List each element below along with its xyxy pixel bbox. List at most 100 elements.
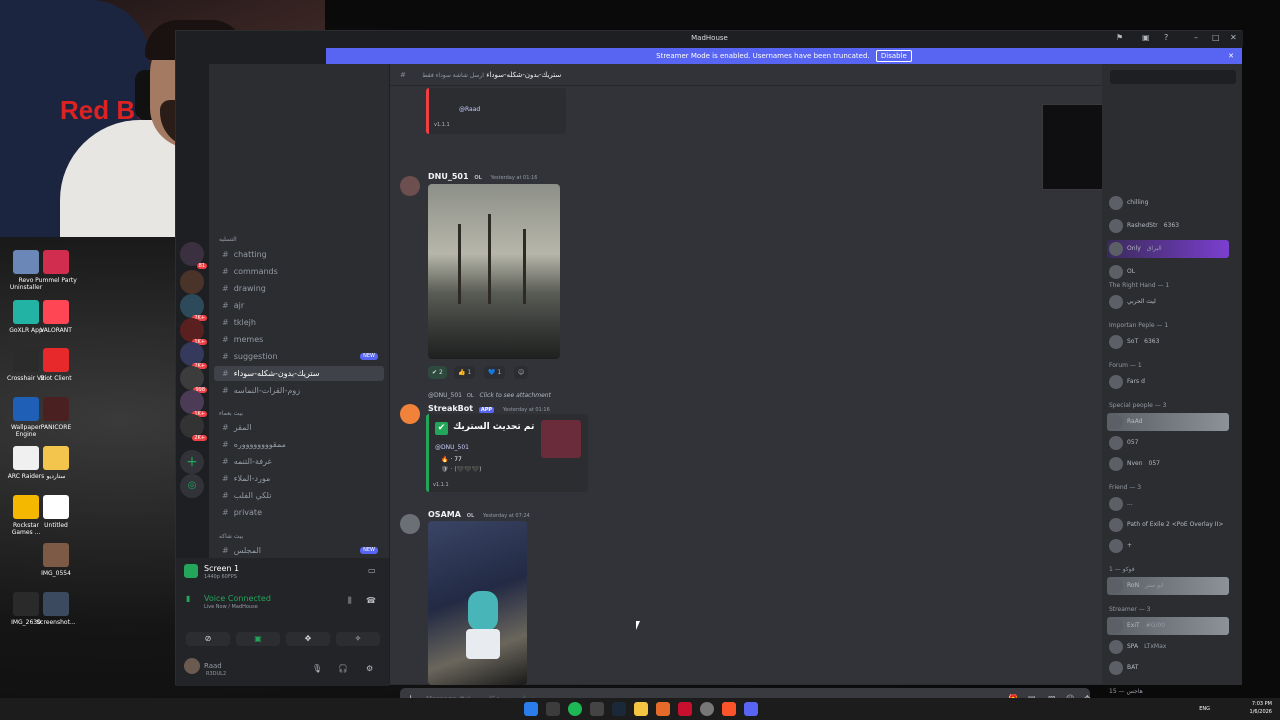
maximize-button[interactable]: □	[1212, 33, 1220, 42]
mention[interactable]: @Raad	[459, 106, 480, 113]
soundboard-button[interactable]: ✧	[336, 632, 380, 646]
voice-connected-label[interactable]: Voice Connected	[204, 594, 271, 603]
member-row[interactable]: ليث الحربي	[1107, 293, 1229, 311]
channel-item[interactable]: # زوم-القرات-النماسه	[214, 383, 384, 398]
server-icon[interactable]: 998	[180, 366, 207, 393]
desktop-shortcut[interactable]: ستارديو	[34, 446, 78, 480]
start-icon[interactable]	[524, 702, 538, 716]
category-header[interactable]: التسليه	[219, 236, 237, 243]
reaction-heart[interactable]: 💙 1	[484, 366, 506, 379]
server-icon[interactable]	[180, 270, 204, 294]
member-row[interactable]: ExiT #G/00	[1107, 617, 1229, 635]
server-icon[interactable]: 2K+	[180, 342, 207, 369]
message-author[interactable]: StreakBot APP Yesterday at 01:16	[428, 404, 550, 413]
app-icon[interactable]	[590, 702, 604, 716]
channel-item[interactable]: # مورد-الملاء	[214, 471, 384, 486]
member-row[interactable]: Fars d	[1107, 373, 1229, 391]
desktop-shortcut[interactable]: Untitled	[34, 495, 78, 529]
server-icon[interactable]: 1K+	[180, 390, 207, 417]
server-icon[interactable]: 1K+	[180, 318, 207, 345]
task-view-icon[interactable]	[546, 702, 560, 716]
screen-share-button[interactable]: ▣	[236, 632, 280, 646]
file-explorer-icon[interactable]	[634, 702, 648, 716]
member-row[interactable]: 057	[1107, 434, 1229, 452]
member-row[interactable]: Path of Exile 2 <PoE Overlay II>	[1107, 516, 1229, 534]
member-row[interactable]: OL	[1107, 263, 1229, 281]
member-row[interactable]: +	[1107, 537, 1229, 555]
server-icon[interactable]: 2K+	[180, 414, 207, 441]
channel-item[interactable]: # chatting	[214, 247, 384, 262]
member-row[interactable]: BAT	[1107, 659, 1229, 677]
desktop-shortcut[interactable]: Riot Client	[34, 348, 78, 382]
add-reaction-icon[interactable]: ☺	[514, 366, 529, 379]
desktop-shortcut[interactable]: Pummel Party	[34, 250, 78, 284]
minimize-button[interactable]: –	[1194, 33, 1198, 42]
app-icon[interactable]	[656, 702, 670, 716]
add-server-icon[interactable]: +	[180, 450, 204, 474]
search-input[interactable]	[1110, 70, 1236, 84]
category-header[interactable]: بيت بعماء	[219, 410, 243, 417]
microphone-icon[interactable]: 🎙	[312, 664, 322, 673]
headphones-icon[interactable]: 🎧	[338, 664, 348, 673]
message-author[interactable]: OSAMA OL Yesterday at 07:24	[428, 510, 530, 519]
clock-date[interactable]: 1/6/2026	[1250, 708, 1272, 716]
server-icon[interactable]: 81	[180, 242, 207, 269]
reply-preview[interactable]: @DNU_501 OL Click to see attachment	[428, 392, 551, 399]
close-icon[interactable]: ✕	[1228, 48, 1234, 64]
channel-item[interactable]: # memes	[214, 332, 384, 347]
category-header[interactable]: بيت شاكه	[219, 533, 243, 540]
language-indicator[interactable]: ENG	[1199, 705, 1210, 713]
settings-gear-icon[interactable]: ⚙	[366, 664, 373, 673]
window-icon[interactable]: ▣	[1142, 33, 1150, 42]
member-row[interactable]: Only البراق	[1107, 240, 1229, 258]
avatar[interactable]	[400, 404, 420, 424]
embed-thumbnail[interactable]	[541, 420, 581, 458]
channel-item[interactable]: # ستريك-بدون-شكله-سوداء	[214, 366, 384, 381]
channel-item[interactable]: # suggestion NEW	[214, 349, 384, 364]
inbox-icon[interactable]: ⚑	[1116, 33, 1123, 42]
member-row[interactable]: RoN ابو ستر	[1107, 577, 1229, 595]
mention[interactable]: @DNU_501	[435, 444, 469, 451]
ice-cream-image[interactable]	[428, 521, 527, 685]
brave-icon[interactable]	[722, 702, 736, 716]
spotify-icon[interactable]	[568, 702, 582, 716]
desktop-shortcut[interactable]: VALORANT	[34, 300, 78, 334]
channel-item[interactable]: # المقر	[214, 420, 384, 435]
desktop-shortcut[interactable]: IMG_0554	[34, 543, 78, 577]
close-button[interactable]: ✕	[1230, 33, 1237, 42]
popout-icon[interactable]: ▭	[368, 566, 376, 575]
channel-item[interactable]: # ajr	[214, 298, 384, 313]
member-row[interactable]: Nven 057	[1107, 455, 1229, 473]
palm-trees-image[interactable]	[428, 184, 560, 359]
steam-icon[interactable]	[612, 702, 626, 716]
channel-item[interactable]: # المجلس NEW	[214, 543, 384, 558]
channel-item[interactable]: # ممقووووووووره	[214, 437, 384, 452]
server-icon[interactable]: 2K+	[180, 294, 207, 321]
app-icon[interactable]	[678, 702, 692, 716]
member-row[interactable]: SPA LTxMax	[1107, 638, 1229, 656]
desktop-shortcut[interactable]: PANICORE	[34, 397, 78, 431]
reaction-thumbs[interactable]: 👍 1	[454, 366, 476, 379]
member-row[interactable]: chilling	[1107, 194, 1229, 212]
help-icon[interactable]: ?	[1164, 33, 1168, 42]
member-row[interactable]: RaAd	[1107, 413, 1229, 431]
activities-button[interactable]: ✥	[286, 632, 330, 646]
noise-icon[interactable]: ⫼	[348, 596, 352, 606]
chrome-icon[interactable]	[700, 702, 714, 716]
channel-item[interactable]: # commands	[214, 264, 384, 279]
discover-icon[interactable]: ◎	[180, 474, 204, 498]
avatar[interactable]	[400, 514, 420, 534]
disconnect-icon[interactable]: ☎	[366, 596, 376, 605]
desktop-shortcut[interactable]: Screenshot...	[34, 592, 78, 626]
channel-item[interactable]: # تلكي الفلب	[214, 488, 384, 503]
disable-button[interactable]: Disable	[875, 50, 912, 62]
channel-item[interactable]: # tklejh	[214, 315, 384, 330]
member-row[interactable]: ...	[1107, 495, 1229, 513]
reaction-check[interactable]: ✔ 2	[428, 366, 447, 379]
clock-time[interactable]: 7:03 PM	[1250, 700, 1272, 708]
channel-item[interactable]: # private	[214, 505, 384, 520]
message-author[interactable]: DNU_501 OL Yesterday at 01:16	[428, 172, 537, 181]
avatar[interactable]	[400, 176, 420, 196]
avatar[interactable]	[184, 658, 200, 674]
member-row[interactable]: RashedStr 6363	[1107, 217, 1229, 235]
